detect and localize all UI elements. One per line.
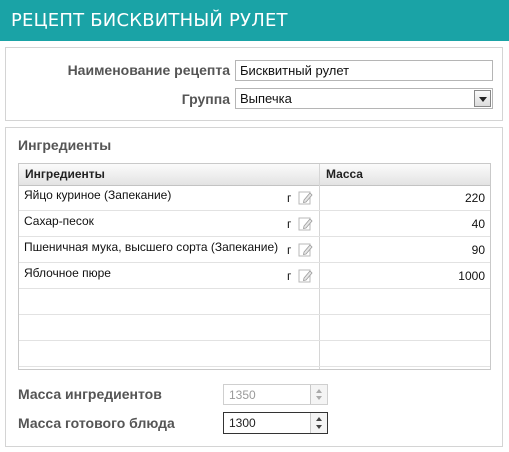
- ingredient-name: Сахар-песок: [24, 214, 94, 228]
- ingredient-mass: 40: [471, 217, 485, 231]
- recipe-name-input[interactable]: Бисквитный рулет: [235, 60, 493, 81]
- dish-mass-label: Масса готового блюда: [18, 415, 175, 431]
- group-label: Группа: [181, 91, 230, 107]
- ingredients-mass-label: Масса ингредиентов: [18, 386, 162, 402]
- dish-mass-spinner[interactable]: 1300: [223, 412, 328, 434]
- recipe-info-panel: Наименование рецепта Бисквитный рулет Гр…: [5, 47, 503, 121]
- ingredient-mass: 90: [471, 243, 485, 257]
- ingredient-name: Пшеничная мука, высшего сорта (Запекание…: [24, 240, 279, 254]
- ingredient-unit: г: [287, 191, 292, 205]
- ingredients-mass-spinner: 1350: [223, 384, 328, 405]
- ingredient-unit: г: [287, 269, 292, 283]
- edit-icon[interactable]: [298, 190, 313, 205]
- chevron-down-icon[interactable]: [474, 90, 491, 107]
- table-row[interactable]: Сахар-песок г 40: [19, 211, 490, 237]
- table-row[interactable]: Яйцо куриное (Запекание) г 220: [19, 185, 490, 211]
- ingredient-unit: г: [287, 217, 292, 231]
- ingredients-table: Ингредиенты Масса Яйцо куриное (Запекани…: [18, 163, 491, 370]
- arrow-down-icon[interactable]: [316, 425, 322, 429]
- ingredients-section-title: Ингредиенты: [18, 137, 112, 153]
- ingredient-name: Яблочное пюре: [24, 266, 111, 280]
- arrow-up-icon: [316, 389, 322, 393]
- table-row-empty[interactable]: [19, 315, 490, 341]
- ingredient-mass: 1000: [458, 269, 485, 283]
- spinner-arrows: [310, 385, 327, 404]
- ingredient-unit: г: [287, 243, 292, 257]
- ingredients-panel: Ингредиенты Ингредиенты Масса Яйцо курин…: [5, 127, 503, 447]
- column-header-ingredients[interactable]: Ингредиенты: [19, 164, 319, 185]
- dish-mass-value[interactable]: 1300: [229, 416, 256, 430]
- group-select-value: Выпечка: [240, 91, 292, 106]
- table-row[interactable]: Яблочное пюре г 1000: [19, 263, 490, 289]
- spinner-arrows[interactable]: [310, 413, 327, 433]
- table-row-empty[interactable]: [19, 341, 490, 367]
- group-select[interactable]: Выпечка: [235, 88, 493, 109]
- column-header-mass[interactable]: Масса: [320, 164, 490, 185]
- arrow-down-icon: [316, 396, 322, 400]
- ingredient-name: Яйцо куриное (Запекание): [24, 188, 172, 202]
- arrow-up-icon[interactable]: [316, 417, 322, 421]
- recipe-name-label: Наименование рецепта: [67, 62, 230, 78]
- ingredient-mass: 220: [464, 191, 485, 205]
- edit-icon[interactable]: [298, 242, 313, 257]
- table-row-empty[interactable]: [19, 289, 490, 315]
- ingredients-mass-value: 1350: [229, 388, 256, 402]
- edit-icon[interactable]: [298, 268, 313, 283]
- edit-icon[interactable]: [298, 216, 313, 231]
- table-header: Ингредиенты Масса: [19, 164, 490, 186]
- window-title: РЕЦЕПТ БИСКВИТНЫЙ РУЛЕТ: [0, 0, 509, 41]
- table-row[interactable]: Пшеничная мука, высшего сорта (Запекание…: [19, 237, 490, 263]
